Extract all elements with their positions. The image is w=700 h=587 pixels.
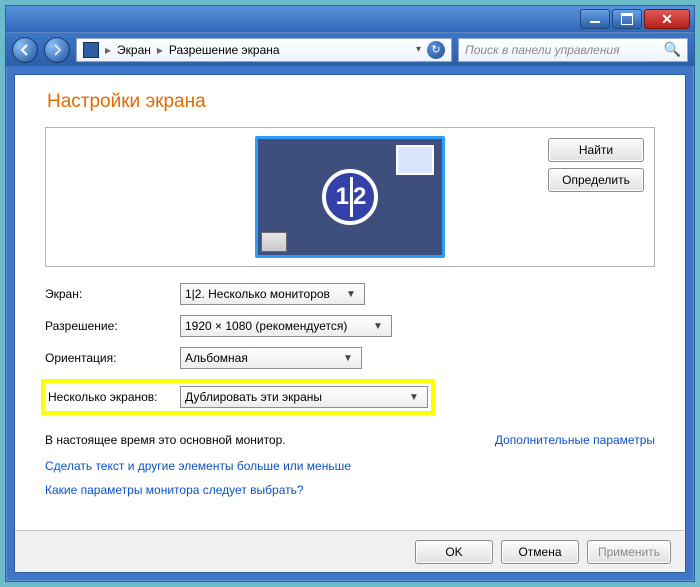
orientation-label: Ориентация: [45,351,180,365]
page-title: Настройки экрана [47,91,655,113]
back-button[interactable] [12,37,38,63]
cancel-button[interactable]: Отмена [501,540,579,564]
content-panel: Настройки экрана 12 Найти Определить Экр… [14,74,686,573]
nav-bar: ▸ Экран ▸ Разрешение экрана ▾ ↻ Поиск в … [6,32,694,66]
chevron-down-icon: ▼ [369,317,387,335]
chevron-down-icon[interactable]: ▾ [416,44,421,55]
orientation-value: Альбомная [185,351,248,365]
badge-digit: 2 [350,183,367,211]
orientation-select[interactable]: Альбомная ▼ [180,347,362,369]
address-bar[interactable]: ▸ Экран ▸ Разрешение экрана ▾ ↻ [76,38,452,62]
ok-button[interactable]: OK [415,540,493,564]
chevron-down-icon: ▼ [339,349,357,367]
refresh-button[interactable]: ↻ [427,41,445,59]
apply-button[interactable]: Применить [587,540,671,564]
chevron-right-icon: ▸ [157,43,163,57]
maximize-button[interactable] [612,9,642,29]
display-select[interactable]: 1|2. Несколько мониторов ▼ [180,283,365,305]
secondary-window-icon [396,145,434,175]
display-preview: 12 Найти Определить [45,127,655,267]
text-size-link[interactable]: Сделать текст и другие элементы больше и… [45,459,655,473]
search-icon: 🔍 [664,41,681,58]
search-placeholder: Поиск в панели управления [465,43,620,57]
detect-button[interactable]: Найти [548,138,644,162]
resolution-value: 1920 × 1080 (рекомендуется) [185,319,347,333]
control-panel-icon [83,42,99,58]
display-label: Экран: [45,287,180,301]
close-button[interactable]: ✕ [644,9,690,29]
multi-display-select[interactable]: Дублировать эти экраны ▼ [180,386,428,408]
chevron-down-icon: ▼ [405,388,423,406]
dialog-footer: OK Отмена Применить [15,530,685,572]
breadcrumb-root[interactable]: Экран [117,43,151,57]
monitor-thumbnail[interactable]: 12 [255,136,445,258]
primary-monitor-note: В настоящее время это основной монитор. [45,433,286,447]
chevron-right-icon: ▸ [105,43,111,57]
breadcrumb-page[interactable]: Разрешение экрана [169,43,280,57]
resolution-select[interactable]: 1920 × 1080 (рекомендуется) ▼ [180,315,392,337]
display-value: 1|2. Несколько мониторов [185,287,330,301]
multi-label: Несколько экранов: [48,390,180,404]
advanced-settings-link[interactable]: Дополнительные параметры [495,433,655,447]
forward-button[interactable] [44,37,70,63]
multi-value: Дублировать эти экраны [185,390,322,404]
badge-digit: 1 [333,183,350,211]
identify-button[interactable]: Определить [548,168,644,192]
resolution-label: Разрешение: [45,319,180,333]
help-link[interactable]: Какие параметры монитора следует выбрать… [45,483,655,497]
monitor-badge: 12 [322,169,378,225]
title-bar: ✕ [6,6,694,32]
search-input[interactable]: Поиск в панели управления 🔍 [458,38,688,62]
multi-display-row-highlight: Несколько экранов: Дублировать эти экран… [41,379,435,415]
window: ✕ ▸ Экран ▸ Разрешение экрана ▾ ↻ Поиск … [5,5,695,582]
minimize-button[interactable] [580,9,610,29]
arrow-right-icon [51,44,63,56]
arrow-left-icon [19,44,31,56]
chevron-down-icon: ▼ [342,285,360,303]
